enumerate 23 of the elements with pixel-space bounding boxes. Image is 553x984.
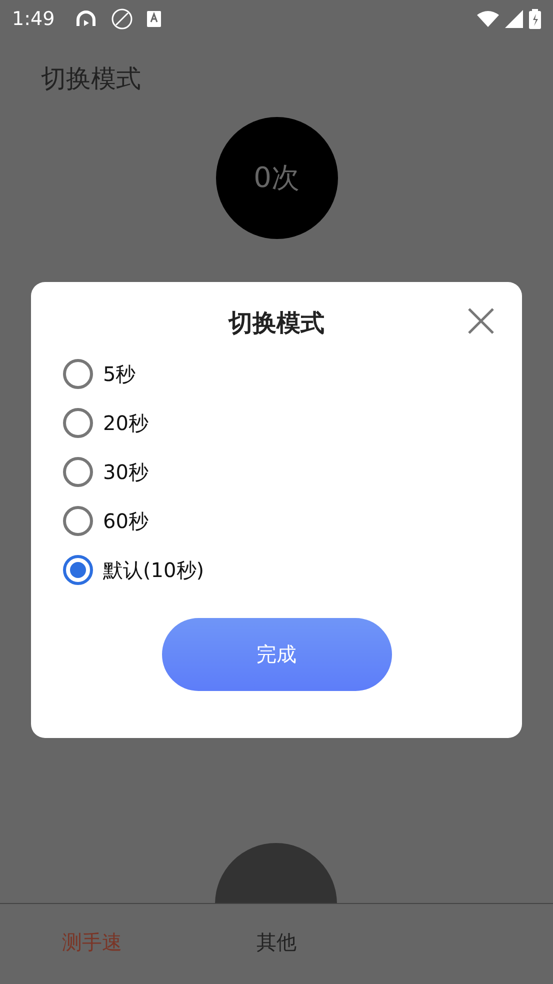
nav-tab[interactable]: 其他 — [184, 904, 369, 984]
app-icon — [146, 11, 161, 27]
radio-button[interactable] — [63, 555, 93, 585]
page-title: 切换模式 — [41, 63, 141, 95]
radio-button[interactable] — [63, 457, 93, 487]
done-button[interactable]: 完成 — [162, 618, 392, 691]
wifi-icon — [477, 11, 499, 27]
option-label: 60秒 — [103, 508, 148, 534]
tap-counter[interactable]: 0次 — [216, 117, 338, 239]
close-icon[interactable] — [468, 308, 494, 334]
radio-button[interactable] — [63, 506, 93, 536]
option-label: 5秒 — [103, 360, 136, 388]
option-label: 20秒 — [103, 410, 148, 436]
option-label: 30秒 — [103, 458, 148, 486]
status-time: 1:49 — [12, 8, 55, 30]
radio-button[interactable] — [63, 359, 93, 389]
option-label: 默认(10秒) — [103, 556, 204, 584]
dialog-title: 切换模式 — [228, 308, 324, 339]
no-ads-icon — [110, 8, 133, 30]
battery-icon — [529, 9, 541, 29]
signal-icon — [505, 10, 523, 28]
headphones-icon — [74, 9, 97, 29]
radio-button[interactable] — [63, 408, 93, 438]
